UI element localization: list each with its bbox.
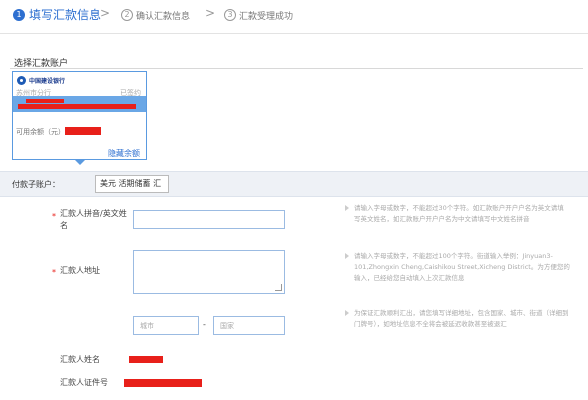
hint-arrow-icon [345,205,349,211]
hide-balance-link[interactable]: 隐藏余额 [108,148,140,159]
country-input[interactable]: 国家 [213,316,285,335]
address-hint-text: 请输入字母或数字，不能超过100个字符。街道输入举例：Jinyuan3-101,… [354,252,570,282]
resize-handle-icon[interactable] [275,284,282,291]
step-1-number: 1 [13,9,25,21]
remitter-name-label: 汇款人姓名 [60,355,100,364]
step-3-number: 3 [224,9,236,21]
step-1-label: 填写汇款信息 [29,8,102,22]
city-country-hint-text: 为保证汇款顺利汇出，请您填写详细地址，包含国家、城市、街道（详细到门牌号），如地… [354,309,569,328]
sub-account-select[interactable]: 美元 活期储蓄 汇 [95,175,169,193]
city-input[interactable]: 城市 [133,316,199,335]
address-hint: 请输入字母或数字，不能超过100个字符。街道输入举例：Jinyuan3-101,… [345,251,570,284]
step-separator-icon: > [205,6,216,20]
sub-account-label: 付款子账户： [12,180,60,189]
header-divider [0,33,588,34]
balance-label: 可用余额（元） [16,128,65,136]
name-input[interactable] [133,210,285,229]
remitter-id-label: 汇款人证件号 [60,378,108,387]
redacted-account-number [26,99,64,103]
step-3-label: 汇款受理成功 [239,12,294,22]
redacted-remitter-name [129,356,163,363]
step-separator-icon: > [100,6,111,20]
required-mark: * [52,212,56,221]
redacted-balance [65,127,101,135]
card-pointer-icon [74,159,86,165]
redacted-account-number [18,104,136,109]
progress-stepper: 1 填写汇款信息 > 2 确认汇款信息 > 3 汇款受理成功 [0,0,588,34]
redacted-remitter-id [124,379,202,387]
step-2-number: 2 [121,9,133,21]
name-hint-text: 请输入字母或数字，不能超过30个字符。如汇款账户开户户名为英文请填写英文姓名，如… [354,204,564,223]
step-2-label: 确认汇款信息 [136,12,191,22]
bank-logo-icon [17,76,26,85]
sub-account-row [0,171,588,197]
city-country-dash: - [203,320,206,329]
name-hint: 请输入字母或数字，不能超过30个字符。如汇款账户开户户名为英文请填写英文姓名，如… [345,203,570,225]
section-divider [10,68,583,69]
name-field-label: 汇款人拼音/英文姓名 [60,209,127,230]
city-country-hint: 为保证汇款顺利汇出，请您填写详细地址，包含国家、城市、街道（详细到门牌号），如地… [345,308,570,330]
address-textarea[interactable] [133,250,285,294]
bank-name: 中国建设银行 [29,78,66,85]
required-mark: * [52,268,56,277]
hint-arrow-icon [345,310,349,316]
hint-arrow-icon [345,253,349,259]
address-field-label: 汇款人地址 [60,266,100,275]
